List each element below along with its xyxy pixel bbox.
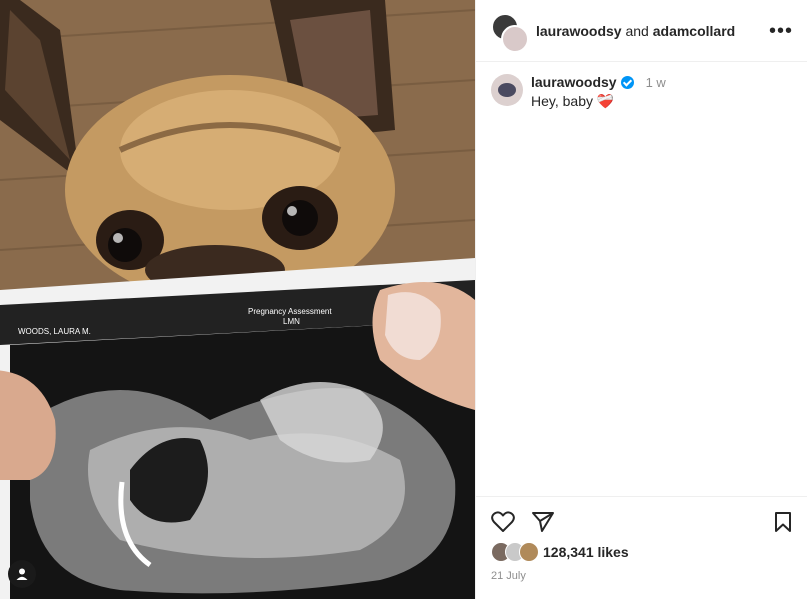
person-icon: [16, 568, 28, 580]
caption-body: Hey, baby: [531, 93, 593, 109]
verified-icon: [620, 75, 634, 89]
joiner-text: and: [625, 22, 649, 39]
scan-title: Pregnancy Assessment: [248, 307, 332, 316]
user-tag-icon[interactable]: [8, 560, 36, 588]
instagram-post: WOODS, LAURA M. Pregnancy Assessment LMN: [0, 0, 807, 599]
collab-names: laurawoodsy and adamcollard: [536, 23, 735, 39]
caption-text: Hey, baby ❤️‍🩹: [531, 93, 666, 110]
post-header: laurawoodsy and adamcollard •••: [476, 0, 807, 62]
bookmark-icon[interactable]: [773, 511, 793, 533]
heart-emoji: ❤️‍🩹: [596, 93, 615, 109]
likes-row: 128,341 likes: [476, 533, 807, 562]
caption-time[interactable]: 1 w: [646, 75, 666, 90]
more-options-button[interactable]: •••: [769, 21, 793, 41]
post-actions: 128,341 likes 21 July: [476, 496, 807, 582]
post-media[interactable]: WOODS, LAURA M. Pregnancy Assessment LMN: [0, 0, 475, 599]
caption-username[interactable]: laurawoodsy: [531, 74, 617, 90]
heart-icon[interactable]: [491, 511, 515, 533]
post-date[interactable]: 21 July: [476, 562, 807, 582]
post-photo: WOODS, LAURA M. Pregnancy Assessment LMN: [0, 0, 475, 599]
scan-subtitle: LMN: [283, 317, 300, 326]
avatar: [501, 24, 529, 53]
collab-avatars[interactable]: [491, 12, 529, 53]
send-icon[interactable]: [531, 511, 555, 533]
caption: laurawoodsy 1 w Hey, baby ❤️‍🩹: [476, 62, 807, 110]
likes-count[interactable]: 128,341 likes: [543, 544, 629, 560]
avatar[interactable]: [491, 74, 523, 106]
username-link[interactable]: laurawoodsy: [536, 23, 622, 39]
avatar: [519, 542, 539, 562]
username-link[interactable]: adamcollard: [653, 23, 735, 39]
scan-name: WOODS, LAURA M.: [18, 327, 91, 336]
liker-avatars[interactable]: [491, 542, 539, 562]
post-sidebar: laurawoodsy and adamcollard ••• laurawoo…: [475, 0, 807, 599]
